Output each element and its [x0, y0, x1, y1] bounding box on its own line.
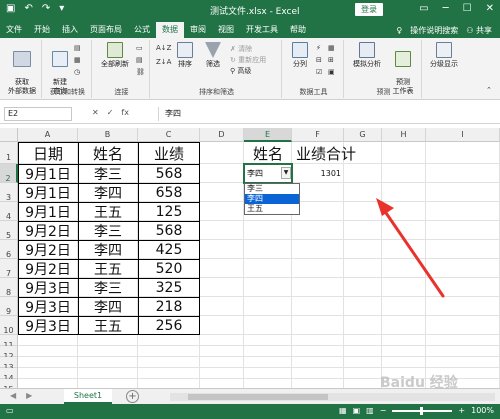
arrow-head: [376, 198, 394, 216]
annotation-arrow: [376, 198, 445, 298]
arrow-shaft: [382, 208, 445, 298]
